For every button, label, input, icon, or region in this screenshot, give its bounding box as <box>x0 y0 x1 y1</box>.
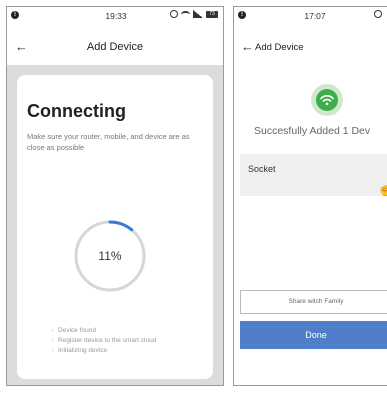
wifi-arc-inner <box>322 98 332 102</box>
wifi-status-icon <box>181 10 190 18</box>
status-bar: ! 19:33 73 <box>7 7 223 27</box>
progress-percent: 11% <box>98 249 122 263</box>
step-item: Initializing device <box>51 346 156 356</box>
success-icon-badge <box>311 84 343 116</box>
connecting-screen: ! 19:33 73 ← Add Device Connecting Make … <box>6 6 224 386</box>
device-name: Socket <box>248 164 276 174</box>
steps-list: Device found Register device to the smar… <box>51 326 156 356</box>
page-title: Add Device <box>255 42 304 53</box>
status-icons: 73 <box>170 10 218 18</box>
done-button[interactable]: Done <box>240 321 387 349</box>
signal-icon <box>193 10 203 18</box>
content-area: Connecting Make sure your router, mobile… <box>7 65 223 385</box>
wifi-icon-svg <box>320 94 334 106</box>
success-message: Succesfully Added 1 Dev <box>254 125 371 137</box>
alarm-icon <box>170 10 178 18</box>
header: ← Add Device <box>7 31 223 65</box>
step-item: Register device to the smart cloud <box>51 336 156 346</box>
pointer-icon: ☝ <box>377 180 387 197</box>
status-icons <box>374 10 382 18</box>
connecting-card: Connecting Make sure your router, mobile… <box>17 75 213 379</box>
wifi-icon <box>316 89 338 111</box>
connecting-title: Connecting <box>27 101 126 121</box>
battery-icon: 73 <box>206 10 218 18</box>
step-item: Device found <box>51 326 156 336</box>
instruction-text: Make sure your router, mobile, and devic… <box>27 132 190 152</box>
share-with-family-button[interactable]: Share witch Family <box>240 290 387 314</box>
notification-icon: ! <box>238 11 246 19</box>
back-arrow-icon[interactable]: ← <box>241 40 254 54</box>
alarm-icon <box>374 10 382 18</box>
progress-ring: 11% <box>70 216 150 296</box>
status-time: 17:07 <box>304 11 326 21</box>
wifi-dot <box>325 102 329 106</box>
wifi-arc-outer <box>320 94 334 100</box>
notification-icon: ! <box>11 11 19 19</box>
success-screen: ! 17:07 ← Add Device Succesfully Added 1… <box>233 6 387 386</box>
status-bar: ! 17:07 <box>234 7 387 27</box>
page-title: Add Device <box>86 41 144 53</box>
header: ← Add Device <box>234 31 387 65</box>
status-time: 19:33 <box>105 11 127 21</box>
device-row[interactable]: Socket ☝ <box>240 154 387 196</box>
